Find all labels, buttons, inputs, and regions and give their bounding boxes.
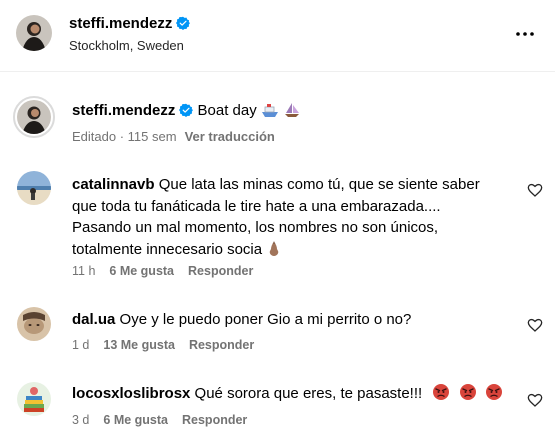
see-translation-button[interactable]: Ver traducción bbox=[185, 129, 275, 144]
like-heart-icon[interactable] bbox=[527, 182, 543, 198]
angry-face-emoji bbox=[459, 384, 476, 400]
comment-text: Qué sorora que eres, te pasaste!!! bbox=[194, 385, 423, 402]
caption-meta: Editado · 115 sem Ver traducción bbox=[72, 129, 275, 144]
author-avatar[interactable] bbox=[16, 15, 52, 51]
verified-badge-icon bbox=[176, 16, 191, 30]
reply-button[interactable]: Responder bbox=[189, 338, 254, 352]
commenter-avatar[interactable] bbox=[17, 382, 51, 416]
comment-time[interactable]: 11 h bbox=[72, 264, 95, 278]
post-location[interactable]: Stockholm, Sweden bbox=[69, 37, 184, 54]
author-username[interactable]: steffi.mendezz bbox=[69, 14, 191, 34]
like-heart-icon[interactable] bbox=[527, 392, 543, 408]
ship-emoji bbox=[261, 104, 278, 117]
comment-body: locosxloslibrosx Qué sorora que eres, te… bbox=[72, 383, 522, 405]
more-horizontal-icon[interactable] bbox=[513, 22, 537, 46]
caption-line: steffi.mendezz Boat day bbox=[72, 101, 301, 121]
commenter-avatar[interactable] bbox=[17, 171, 51, 205]
caption-username[interactable]: steffi.mendezz bbox=[72, 102, 175, 119]
comment-username[interactable]: dal.ua bbox=[72, 311, 115, 328]
comment-username[interactable]: locosxloslibrosx bbox=[72, 385, 190, 402]
angry-face-emoji bbox=[433, 384, 450, 400]
reply-button[interactable]: Responder bbox=[182, 413, 247, 427]
comment-time[interactable]: 3 d bbox=[72, 413, 89, 427]
comment-text: Oye y le puedo poner Gio a mi perrito o … bbox=[119, 311, 412, 328]
caption-avatar[interactable] bbox=[17, 100, 51, 134]
reply-button[interactable]: Responder bbox=[188, 264, 253, 278]
pinched-fingers-emoji bbox=[270, 240, 279, 256]
post-header: steffi.mendezz Stockholm, Sweden bbox=[0, 0, 555, 72]
caption-text: Boat day bbox=[197, 102, 257, 119]
comment-likes[interactable]: 6 Me gusta bbox=[109, 264, 174, 278]
comment-meta: 3 d 6 Me gusta Responder bbox=[72, 413, 261, 427]
caption-time[interactable]: 115 sem bbox=[128, 129, 177, 144]
angry-face-emoji bbox=[485, 384, 502, 400]
commenter-avatar[interactable] bbox=[17, 307, 51, 341]
comment-body: catalinnavb Que lata las minas como tú, … bbox=[72, 174, 502, 260]
comment-meta: 1 d 13 Me gusta Responder bbox=[72, 338, 268, 352]
comment-likes[interactable]: 6 Me gusta bbox=[103, 413, 168, 427]
verified-badge-icon bbox=[179, 103, 194, 117]
like-heart-icon[interactable] bbox=[527, 317, 543, 333]
comment-meta: 11 h 6 Me gusta Responder bbox=[72, 264, 267, 278]
comment-likes[interactable]: 13 Me gusta bbox=[103, 338, 175, 352]
sailboat-emoji bbox=[285, 103, 300, 117]
comment-time[interactable]: 1 d bbox=[72, 338, 89, 352]
edited-label: Editado bbox=[72, 129, 117, 144]
comment-body: dal.ua Oye y le puedo poner Gio a mi per… bbox=[72, 309, 502, 331]
comment-username[interactable]: catalinnavb bbox=[72, 176, 155, 193]
